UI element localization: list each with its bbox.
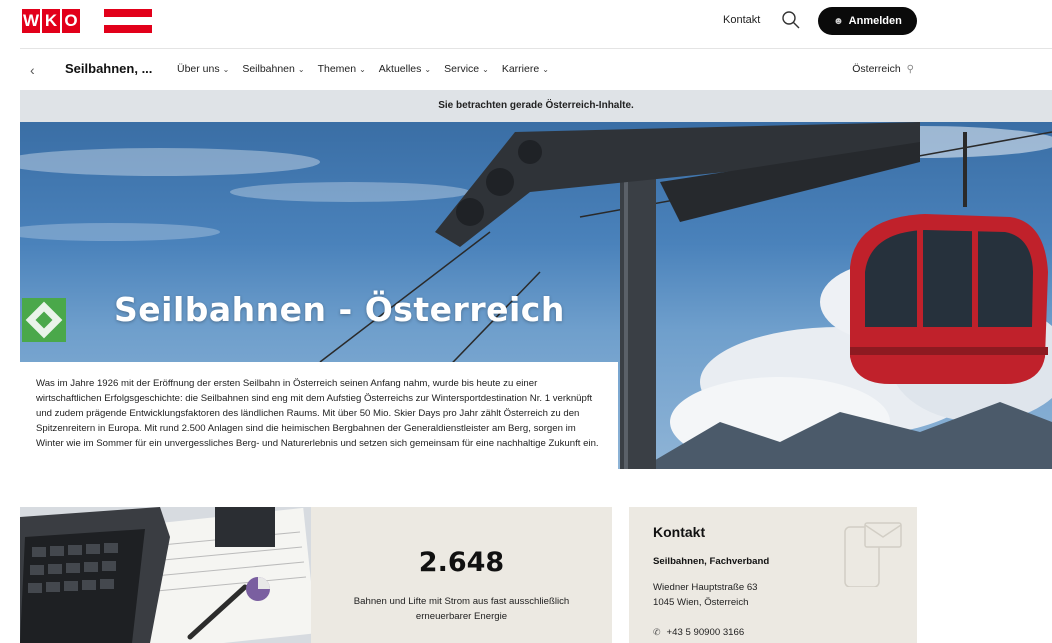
contact-address-line2: 1045 Wien, Österreich: [653, 597, 749, 608]
phone-icon: ✆: [653, 627, 661, 637]
search-icon[interactable]: [781, 10, 801, 30]
contact-heading: Kontakt: [653, 524, 706, 540]
main-navigation: ‹ Seilbahnen, ... Über uns ⌄ Seilbahnen ⌄ …: [20, 48, 1052, 90]
nav-menu: Über uns ⌄ Seilbahnen ⌄ Themen ⌄ Aktuelles ⌄…: [177, 63, 562, 75]
location-pin-icon: ⚲: [906, 63, 914, 75]
contact-address-line1: Wiedner Hauptstraße 63: [653, 582, 758, 593]
login-label: Anmelden: [848, 15, 902, 27]
chevron-down-icon: ⌄: [542, 64, 549, 74]
chevron-down-icon: ⌄: [359, 64, 366, 74]
login-button[interactable]: ☻ Anmelden: [818, 7, 917, 35]
contact-organisation: Seilbahnen, Fachverband: [653, 556, 770, 567]
region-notice: Sie betrachten gerade Österreich-Inhalte…: [20, 90, 1052, 122]
chevron-down-icon: ⌄: [297, 64, 305, 74]
austria-flag-icon: [104, 9, 152, 33]
nav-item-karriere[interactable]: Karriere ⌄: [502, 63, 549, 75]
wko-logo[interactable]: W K O: [22, 9, 152, 33]
office-desk-image: [20, 507, 311, 643]
mail-icon: [844, 522, 902, 587]
chevron-down-icon: ⌄: [482, 64, 489, 74]
stat-number: 2.648: [418, 547, 505, 578]
nav-title[interactable]: Seilbahnen, ...: [65, 61, 152, 76]
fachgruppe-logo-icon: [22, 298, 66, 342]
chevron-left-icon[interactable]: ‹: [30, 62, 35, 78]
chevron-down-icon: ⌄: [424, 64, 432, 74]
hero-intro-text: Was im Jahre 1926 mit der Eröffnung der …: [20, 362, 618, 469]
user-icon: ☻: [833, 15, 844, 27]
region-selector[interactable]: Österreich ⚲: [852, 63, 914, 75]
top-header: W K O Kontakt ☻ Anmelden: [0, 0, 1052, 44]
contact-phone[interactable]: ✆ +43 5 90900 3166: [653, 627, 744, 638]
hero-title: Seilbahnen - Österreich: [114, 290, 565, 329]
kontakt-link[interactable]: Kontakt: [723, 14, 760, 26]
stat-description: Bahnen und Lifte mit Strom aus fast auss…: [353, 596, 570, 622]
contact-card: Kontakt Seilbahnen, Fachverband Wiedner …: [629, 507, 917, 643]
nav-item-service[interactable]: Service ⌄: [444, 63, 489, 75]
nav-item-ueber-uns[interactable]: Über uns ⌄: [177, 63, 229, 75]
page: W K O Kontakt ☻ Anmelden ‹ Seilbahnen, .…: [0, 0, 1052, 643]
nav-item-aktuelles[interactable]: Aktuelles ⌄: [379, 63, 431, 75]
nav-item-seilbahnen[interactable]: Seilbahnen ⌄: [242, 63, 304, 75]
chevron-down-icon: ⌄: [222, 64, 230, 74]
hero-banner: Seilbahnen - Österreich Was im Jahre 192…: [20, 122, 1052, 469]
nav-item-themen[interactable]: Themen ⌄: [318, 63, 366, 75]
stat-card: 2.648 Bahnen und Lifte mit Strom aus fas…: [311, 507, 612, 643]
